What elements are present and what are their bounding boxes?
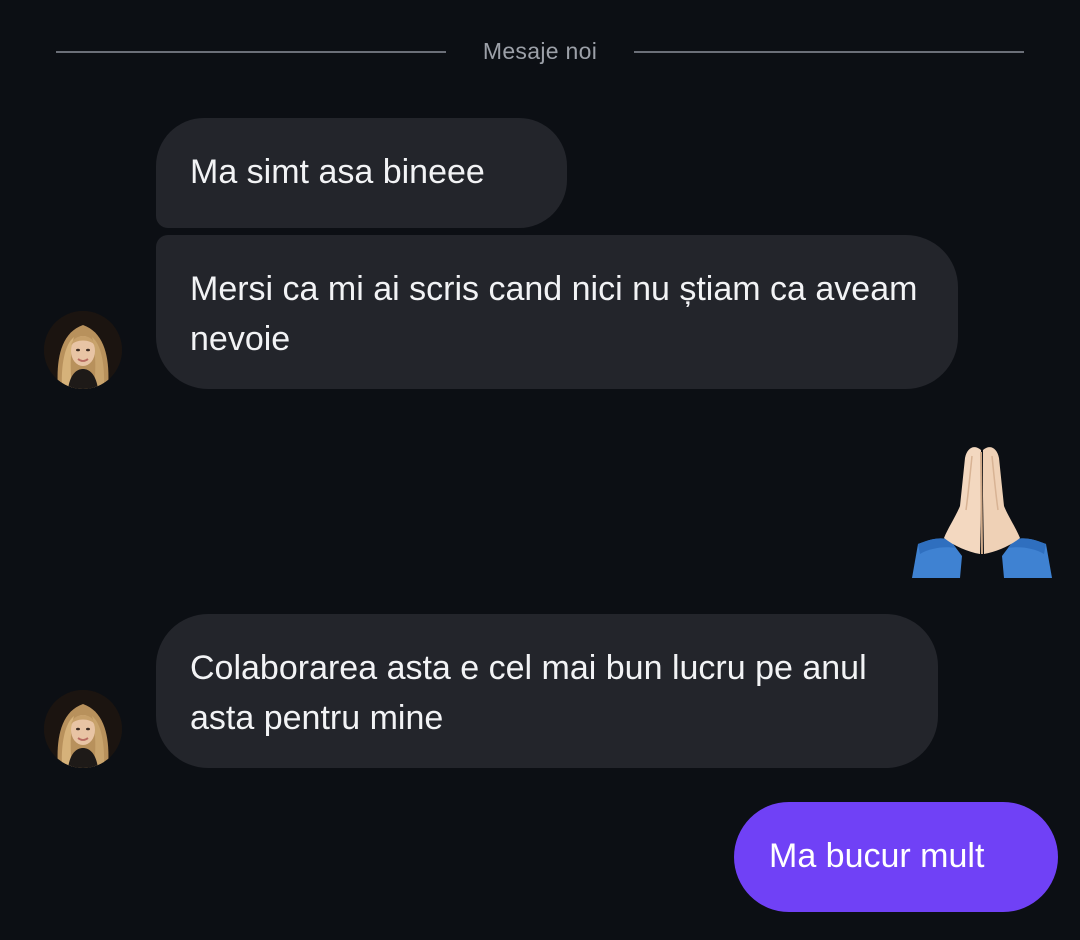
- divider-line-right: [634, 51, 1024, 53]
- incoming-message-bubble[interactable]: Colaborarea asta e cel mai bun lucru pe …: [156, 614, 938, 768]
- new-messages-label: Mesaje noi: [482, 38, 598, 64]
- divider-line-left: [56, 51, 446, 53]
- folded-hands-icon[interactable]: [910, 436, 1054, 580]
- incoming-message-bubble[interactable]: Mersi ca mi ai scris cand nici nu știam …: [156, 235, 958, 389]
- contact-avatar[interactable]: [44, 690, 122, 768]
- avatar-photo-icon: [44, 690, 122, 768]
- outgoing-message-bubble[interactable]: Ma bucur mult: [734, 802, 1058, 912]
- incoming-message-bubble[interactable]: Ma simt asa bineee: [156, 118, 567, 228]
- contact-avatar[interactable]: [44, 311, 122, 389]
- avatar-photo-icon: [44, 311, 122, 389]
